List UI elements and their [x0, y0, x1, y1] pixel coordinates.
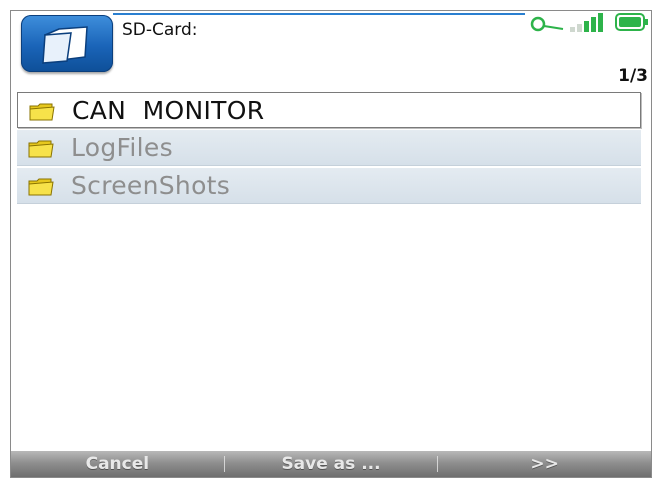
file-list: CAN MONITOR LogFiles ScreenShots	[17, 92, 641, 206]
page-indicator: 1/3	[618, 66, 648, 86]
softkey-bar: Cancel Save as ... >>	[11, 451, 651, 477]
list-item-label: ScreenShots	[71, 171, 231, 200]
folder-icon	[29, 103, 55, 121]
battery-icon	[615, 13, 648, 31]
softkey-divider	[223, 456, 225, 472]
next-button[interactable]: >>	[438, 454, 651, 474]
list-item-label: CAN MONITOR	[72, 96, 265, 125]
list-item-logfiles[interactable]: LogFiles	[17, 130, 641, 166]
list-item-screenshots[interactable]: ScreenShots	[17, 168, 641, 204]
connection-icon	[530, 16, 564, 32]
softkey-divider	[437, 456, 439, 472]
header-line	[113, 13, 525, 15]
page-title: SD-Card:	[122, 20, 198, 40]
save-as-button[interactable]: Save as ...	[225, 454, 438, 474]
folder-icon	[28, 140, 54, 158]
list-item-can-monitor[interactable]: CAN MONITOR	[17, 92, 641, 128]
app-icon	[21, 15, 113, 72]
folder-icon	[28, 178, 54, 196]
cancel-button[interactable]: Cancel	[11, 454, 224, 474]
device-screen	[10, 10, 652, 478]
signal-strength-icon	[570, 13, 603, 32]
status-area	[515, 8, 650, 36]
list-item-label: LogFiles	[71, 133, 173, 162]
folder-open-icon	[42, 26, 88, 64]
